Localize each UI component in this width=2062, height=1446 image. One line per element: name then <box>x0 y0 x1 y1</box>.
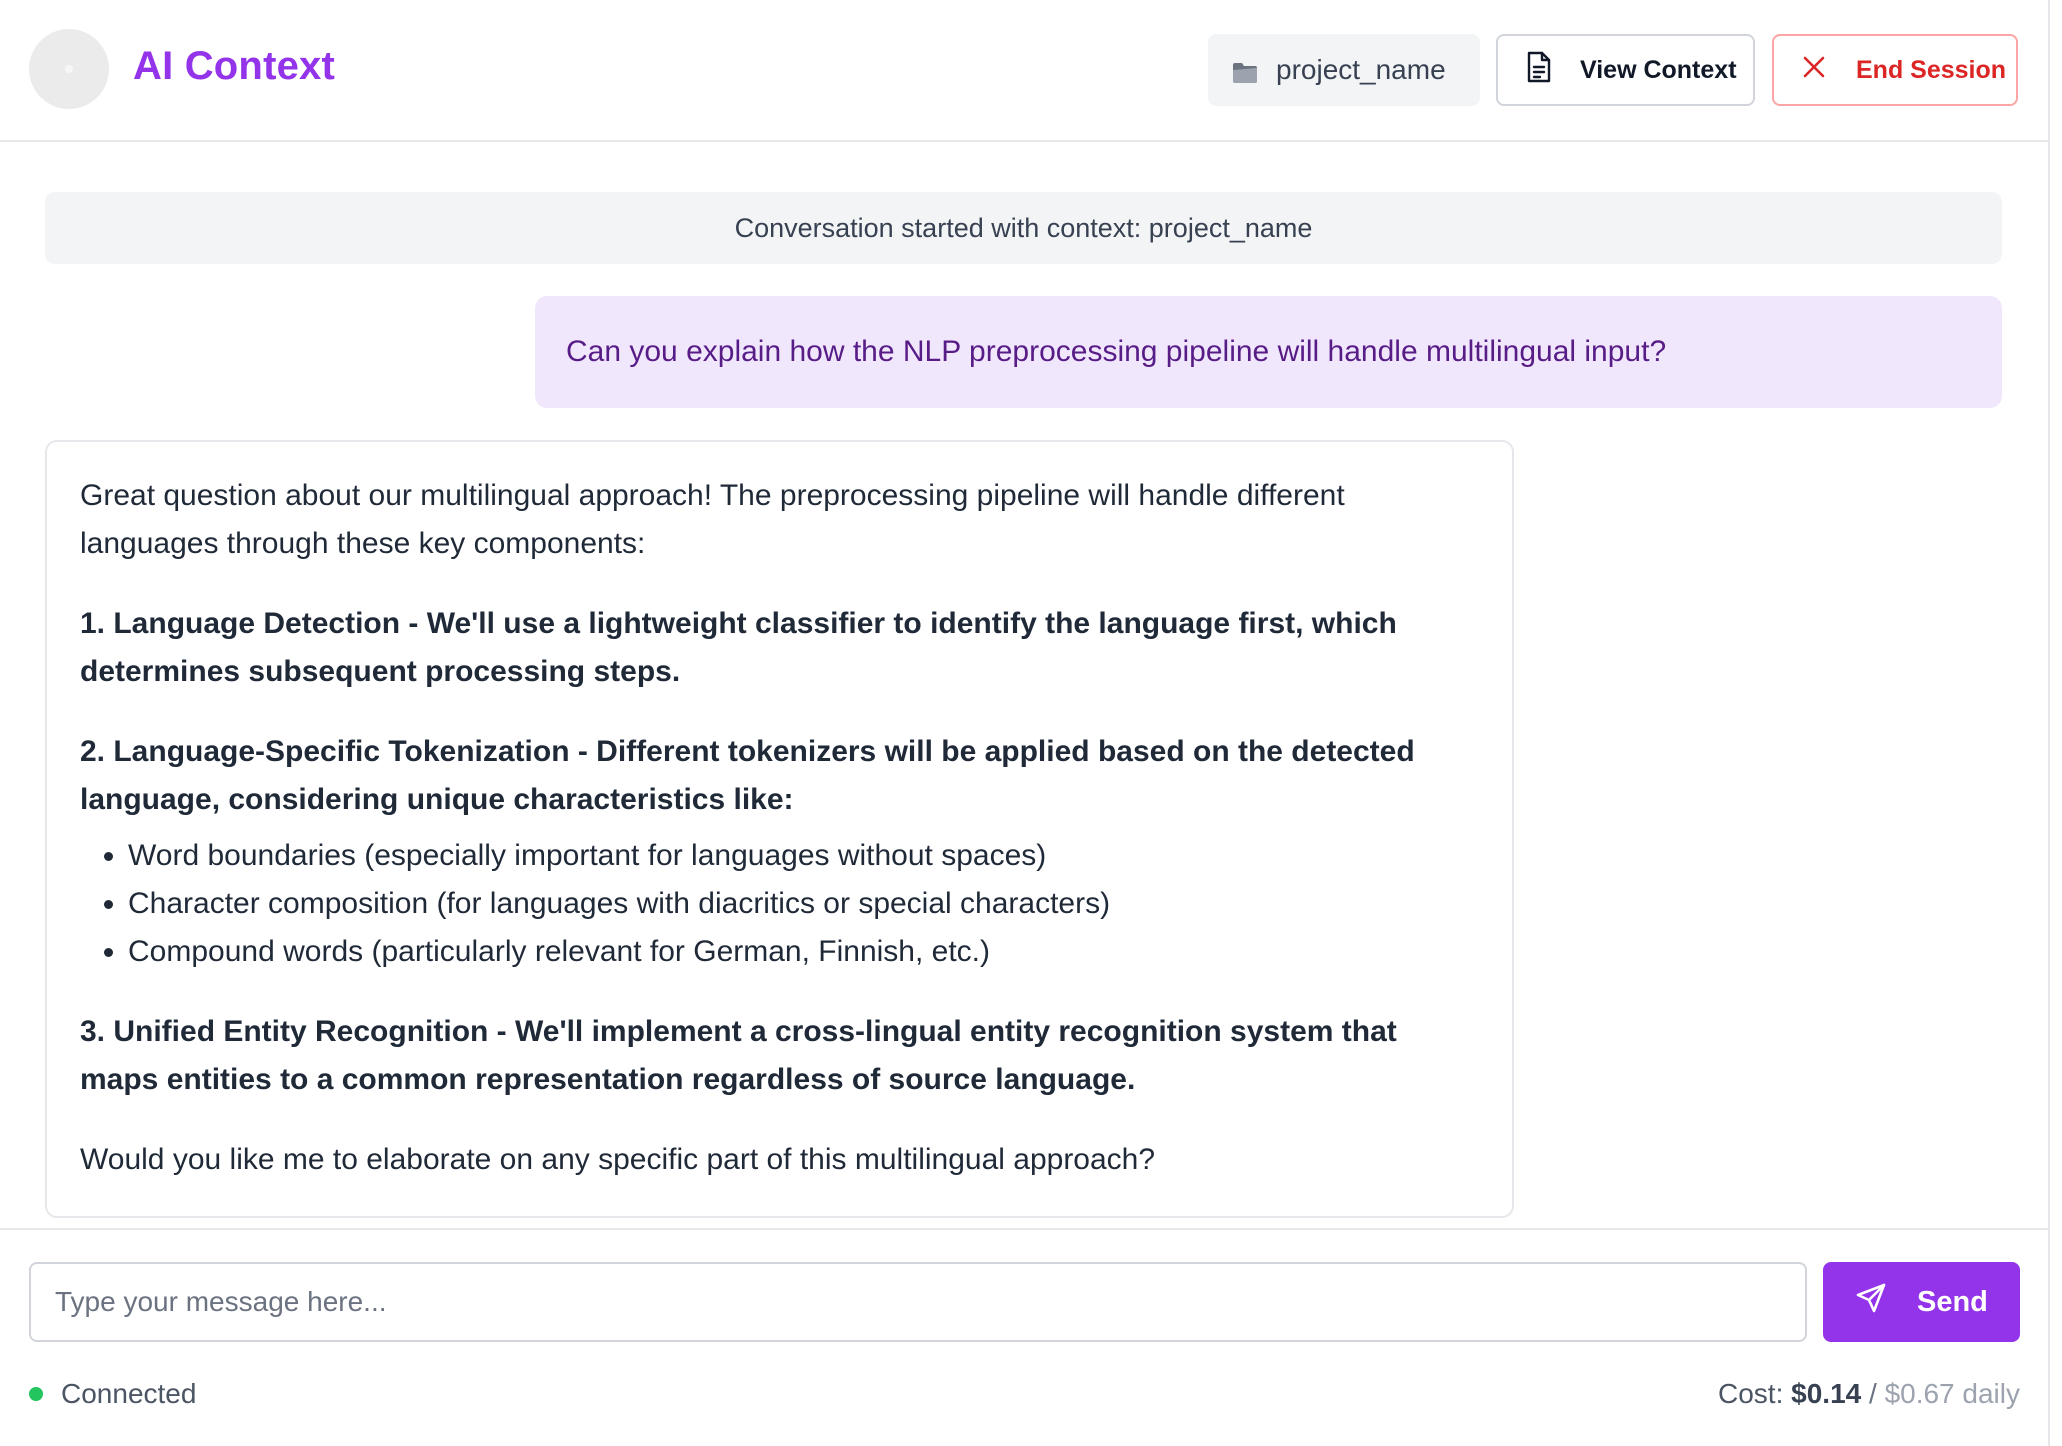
document-icon <box>1526 51 1552 90</box>
assistant-point-3: 3. Unified Entity Recognition - We'll im… <box>80 1015 1397 1096</box>
send-label: Send <box>1917 1285 1988 1318</box>
composer: Send Connected Cost: $0.14 / $0.67 daily <box>0 1228 2050 1446</box>
view-context-label: View Context <box>1580 55 1737 84</box>
chat-area[interactable]: Conversation started with context: proje… <box>0 144 2050 1228</box>
connection-status: Connected <box>29 1378 196 1410</box>
list-item: Word boundaries (especially important fo… <box>128 832 1480 880</box>
system-message: Conversation started with context: proje… <box>45 192 2002 264</box>
cost-display: Cost: $0.14 / $0.67 daily <box>1718 1378 2020 1410</box>
folder-icon <box>1232 59 1258 83</box>
message-input[interactable] <box>29 1262 1807 1342</box>
end-session-label: End Session <box>1856 55 2007 84</box>
status-label: Connected <box>61 1378 197 1409</box>
app-window: AI Context project_name View Context End… <box>0 0 2050 1446</box>
project-chip: project_name <box>1208 34 1480 106</box>
status-dot <box>29 1387 43 1401</box>
user-message: Can you explain how the NLP preprocessin… <box>535 296 2002 408</box>
end-session-button[interactable]: End Session <box>1772 34 2018 106</box>
project-chip-label: project_name <box>1276 54 1446 85</box>
assistant-message: Great question about our multilingual ap… <box>45 440 1514 1218</box>
cost-separator: / <box>1869 1378 1877 1409</box>
assistant-outro: Would you like me to elaborate on any sp… <box>80 1143 1156 1176</box>
send-button[interactable]: Send <box>1823 1262 2020 1342</box>
list-item: Compound words (particularly relevant fo… <box>128 928 1480 976</box>
list-item: Character composition (for languages wit… <box>128 880 1480 928</box>
close-icon <box>1802 55 1826 86</box>
header: AI Context project_name View Context End… <box>0 0 2050 142</box>
avatar-dot <box>65 65 73 73</box>
cost-daily: $0.67 daily <box>1884 1378 2020 1409</box>
view-context-button[interactable]: View Context <box>1496 34 1755 106</box>
cost-session: $0.14 <box>1791 1378 1862 1409</box>
assistant-point-1: 1. Language Detection - We'll use a ligh… <box>80 607 1397 688</box>
assistant-bullet-list: Word boundaries (especially important fo… <box>80 832 1480 976</box>
assistant-point-2: 2. Language-Specific Tokenization - Diff… <box>80 735 1415 816</box>
cost-prefix: Cost: <box>1718 1378 1784 1409</box>
app-title: AI Context <box>133 44 335 88</box>
avatar <box>29 29 109 109</box>
assistant-intro: Great question about our multilingual ap… <box>80 479 1345 560</box>
send-icon <box>1855 1282 1887 1322</box>
